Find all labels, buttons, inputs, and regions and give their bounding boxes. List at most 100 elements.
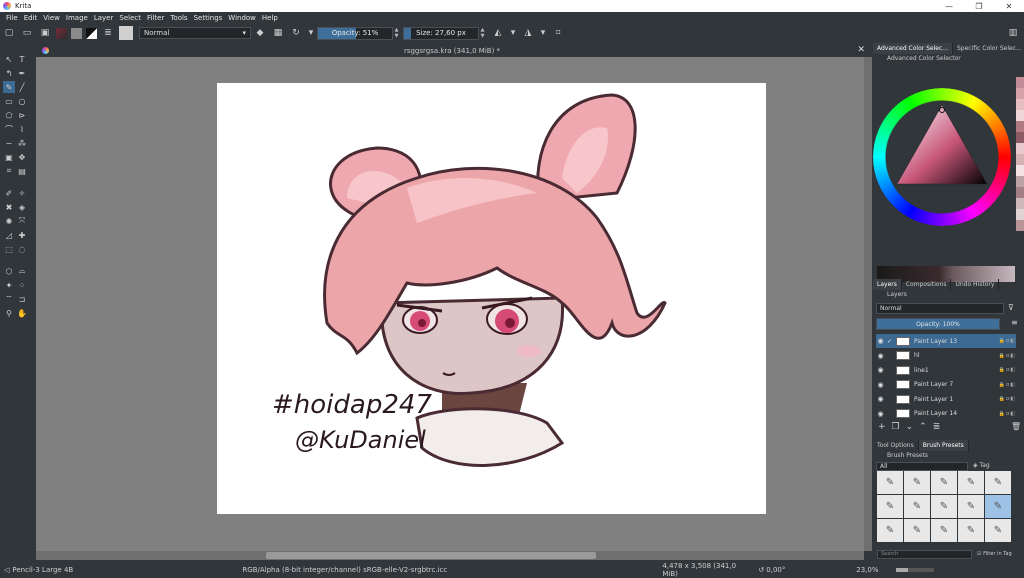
brush-filter-select[interactable]: All [876, 462, 968, 471]
contiguous-select-icon[interactable]: ✦ [3, 279, 15, 291]
chevron-down-icon[interactable]: ▾ [510, 27, 516, 39]
brush-preset-thumbnail[interactable]: ✎ [877, 519, 903, 542]
menu-file[interactable]: File [3, 14, 21, 22]
brush-preset-thumbnail[interactable]: ✎ [985, 471, 1011, 494]
crop-tool-icon[interactable]: ⌗ [3, 165, 15, 177]
menu-window[interactable]: Window [225, 14, 259, 22]
layer-flags-icon[interactable]: 🔒α◧ [999, 353, 1016, 359]
mirror-vertical-icon[interactable]: ◮ [522, 27, 534, 39]
layer-flags-icon[interactable]: 🔒α◧ [999, 411, 1016, 417]
opacity-slider[interactable]: Opacity: 51% [317, 26, 393, 40]
gradient-swatch[interactable] [56, 27, 67, 39]
tab-tool-options[interactable]: Tool Options [873, 440, 919, 451]
tab-specific-color-selector[interactable]: Specific Color Selec... [953, 43, 1024, 54]
move-tool-icon[interactable]: ✥ [16, 151, 28, 163]
menu-view[interactable]: View [40, 14, 63, 22]
multibrush-icon[interactable]: ⁂ [16, 137, 28, 149]
filter-icon[interactable]: ⊽ [1008, 303, 1014, 312]
magnetic-select-icon[interactable]: ⊐ [16, 293, 28, 305]
pattern-swatch[interactable] [71, 27, 82, 39]
minimize-button[interactable]: — [934, 0, 964, 12]
scrollbar-thumb[interactable] [266, 552, 596, 559]
text-tool-icon[interactable]: T [16, 53, 28, 65]
duplicate-layer-icon[interactable]: ❐ [892, 422, 900, 432]
assistant-tool-icon[interactable]: ✧ [16, 187, 28, 199]
elliptical-select-icon[interactable]: ◌ [16, 243, 28, 255]
freehand-select-icon[interactable]: ⌓ [16, 265, 28, 277]
document-tab[interactable]: rsggsrgsa.kra (341,0 MiB) * ✕ [36, 44, 868, 57]
maximize-button[interactable]: ❐ [964, 0, 994, 12]
similar-select-icon[interactable]: ⁘ [16, 279, 28, 291]
blend-mode-select[interactable]: Normal ▾ [139, 27, 251, 39]
layer-row[interactable]: ◉ Paint Layer 14 🔒α◧ [876, 407, 1016, 421]
smart-patch-icon[interactable]: ✺ [3, 215, 15, 227]
menu-layer[interactable]: Layer [91, 14, 117, 22]
polygonal-select-icon[interactable]: ⬡ [3, 265, 15, 277]
transform-tool-icon[interactable]: ▣ [3, 151, 15, 163]
layer-opacity-slider[interactable]: Opacity: 100% [876, 318, 1000, 330]
brush-settings-icon[interactable]: ≣ [102, 27, 114, 39]
tab-layers[interactable]: Layers [873, 279, 902, 290]
tab-undo-history[interactable]: Undo History [951, 279, 1000, 290]
layer-flags-icon[interactable]: 🔒α◧ [999, 396, 1016, 402]
brush-preset-thumbnail[interactable]: ✎ [958, 519, 984, 542]
visibility-eye-icon[interactable]: ◉ [876, 410, 885, 418]
menu-help[interactable]: Help [259, 14, 281, 22]
pan-tool-icon[interactable]: ✋ [16, 307, 28, 319]
visibility-eye-icon[interactable]: ◉ [876, 381, 885, 389]
fill-tool-icon[interactable]: ◈ [16, 201, 28, 213]
line-tool-icon[interactable]: ╱ [16, 81, 28, 93]
rectangle-tool-icon[interactable]: ▭ [3, 95, 15, 107]
horizontal-scrollbar[interactable] [36, 551, 864, 560]
reference-tool-icon[interactable]: ✖ [3, 201, 15, 213]
color-wheel-graphic[interactable] [873, 64, 1024, 244]
layer-properties-icon[interactable]: ≣ [933, 422, 941, 432]
zoom-slider[interactable] [896, 567, 935, 572]
freehand-brush-icon[interactable]: ✎ [3, 81, 15, 93]
brush-preset-thumbnail[interactable]: ✎ [877, 495, 903, 518]
layer-row[interactable]: ◉ ✓ Paint Layer 13 🔒α◧ [876, 334, 1016, 348]
bezier-select-icon[interactable]: ⌔ [3, 293, 15, 305]
save-icon[interactable]: ▣ [39, 27, 51, 39]
brush-preset-thumbnail[interactable]: ✎ [985, 495, 1011, 518]
brush-preset-thumbnail[interactable]: ✎ [931, 495, 957, 518]
tab-advanced-color-selector[interactable]: Advanced Color Selec... [873, 43, 953, 54]
bezier-tool-icon[interactable]: ⌒ [3, 123, 15, 135]
workspace-icon[interactable]: ▥ [1007, 27, 1019, 39]
layer-flags-icon[interactable]: 🔒α◧ [999, 367, 1016, 373]
visibility-eye-icon[interactable]: ◉ [876, 395, 885, 403]
eraser-icon[interactable]: ◆ [254, 27, 266, 39]
vertical-scrollbar[interactable] [864, 57, 872, 551]
polyline-tool-icon[interactable]: ⊳ [16, 109, 28, 121]
ellipse-tool-icon[interactable]: ○ [16, 95, 28, 107]
size-slider[interactable]: Size: 27,60 px [403, 26, 479, 40]
size-spinner[interactable]: ▲ ▼ [479, 27, 486, 40]
new-document-icon[interactable]: ▢ [3, 27, 15, 39]
layer-row[interactable]: ◉ line1 🔒α◧ [876, 363, 1016, 377]
move-layer-up-icon[interactable]: ⌃ [919, 422, 927, 432]
brush-preset-thumbnail[interactable]: ✎ [958, 471, 984, 494]
brush-preset-thumbnail[interactable]: ✎ [958, 495, 984, 518]
mirror-horizontal-icon[interactable]: ◭ [492, 27, 504, 39]
rectangular-select-icon[interactable]: ⬚ [3, 243, 15, 255]
freehand-path-icon[interactable]: ⌇ [16, 123, 28, 135]
opacity-spinner[interactable]: ▲ ▼ [393, 27, 400, 40]
brush-search-input[interactable]: Search [877, 550, 972, 559]
brush-preset-thumbnail[interactable]: ✎ [985, 519, 1011, 542]
tab-brush-presets[interactable]: Brush Presets [918, 440, 969, 451]
layer-row[interactable]: ◉ Paint Layer 1 🔒α◧ [876, 392, 1016, 406]
preserve-alpha-icon[interactable]: ▦ [272, 27, 284, 39]
color-picker-icon[interactable]: ✐ [3, 187, 15, 199]
reload-preset-icon[interactable]: ↻ [290, 27, 302, 39]
pan-pin-icon[interactable]: ✚ [16, 229, 28, 241]
wrap-around-icon[interactable]: ⌗ [552, 27, 564, 39]
select-shapes-icon[interactable]: ↖ [3, 53, 15, 65]
foreground-background-color-icon[interactable] [86, 27, 97, 39]
brush-preset-thumbnail[interactable]: ✎ [904, 519, 930, 542]
tab-compositions[interactable]: Compositions [902, 279, 952, 290]
measure-tool-icon[interactable]: ⤧ [16, 215, 28, 227]
brush-preset-thumbnail[interactable]: ✎ [877, 471, 903, 494]
perspective-grid-icon[interactable]: ◿ [3, 229, 15, 241]
menu-tools[interactable]: Tools [167, 14, 190, 22]
canvas-area[interactable]: #hoidap247 @KuDaniel [36, 57, 864, 551]
